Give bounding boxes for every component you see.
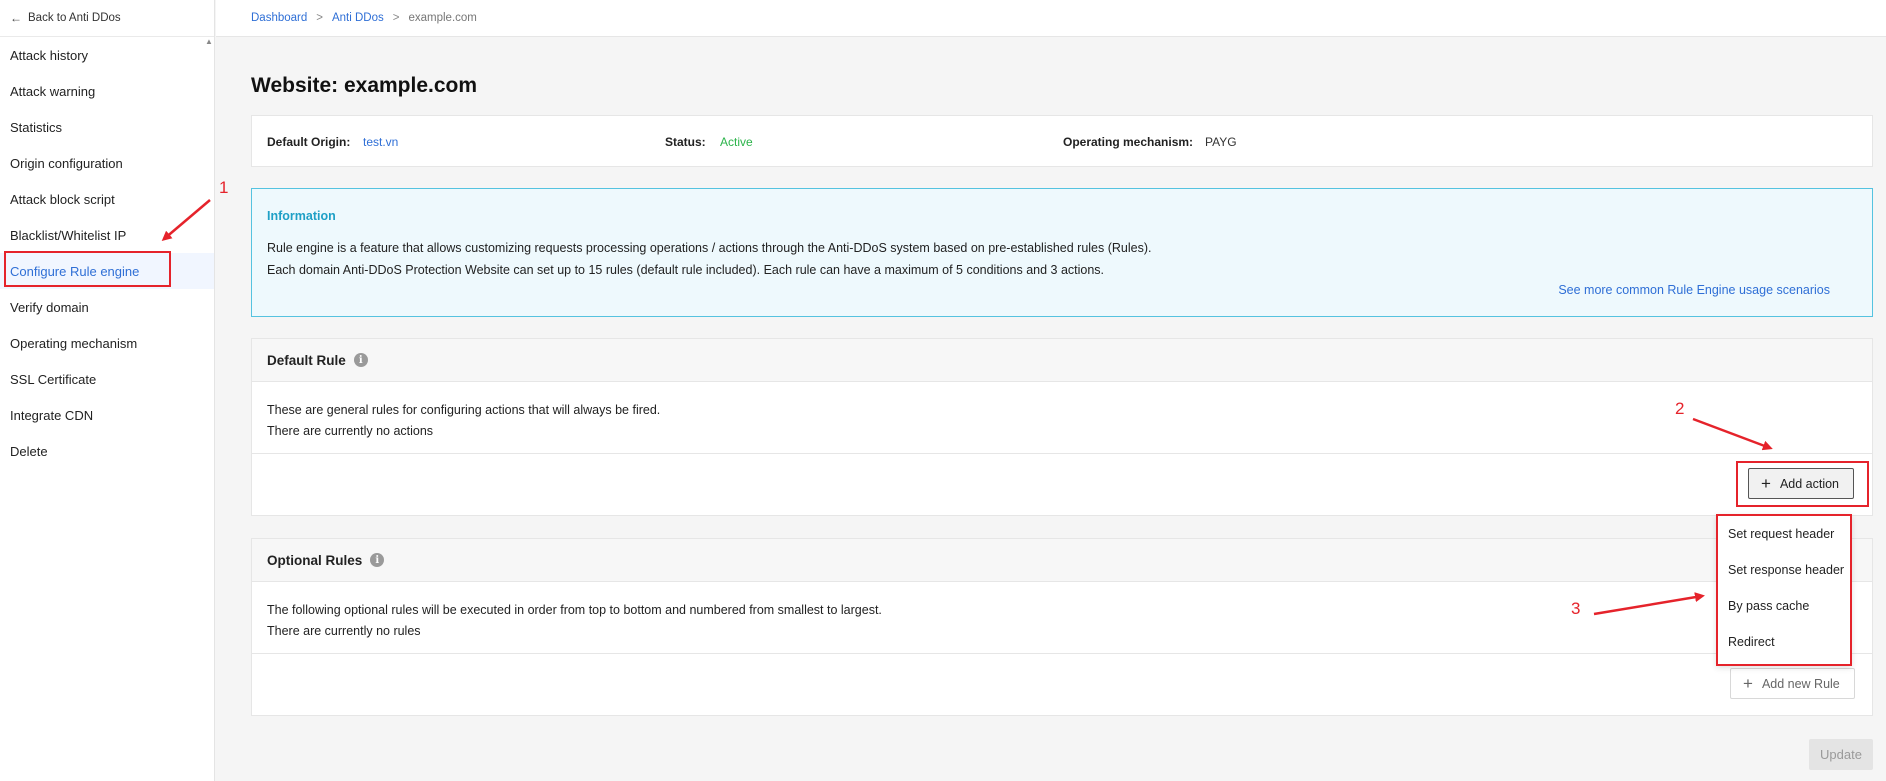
operating-mechanism-label: Operating mechanism: xyxy=(1063,135,1194,149)
option-redirect[interactable]: Redirect xyxy=(1718,624,1850,660)
scroll-up-icon[interactable]: ▲ xyxy=(205,37,213,46)
sidebar-item-attack-history[interactable]: Attack history xyxy=(0,37,214,73)
sidebar-item-statistics[interactable]: Statistics xyxy=(0,109,214,145)
sidebar-item-attack-block-script[interactable]: Attack block script xyxy=(0,181,214,217)
info-icon[interactable]: i xyxy=(353,353,368,367)
information-line-2: Each domain Anti-DDoS Protection Website… xyxy=(267,263,1105,277)
information-title: Information xyxy=(267,209,336,223)
sidebar-item-attack-warning[interactable]: Attack warning xyxy=(0,73,214,109)
status-label: Status: xyxy=(665,135,706,149)
breadcrumb-separator: > xyxy=(392,12,400,24)
sidebar-item-delete[interactable]: Delete xyxy=(0,433,214,469)
information-line-1: Rule engine is a feature that allows cus… xyxy=(267,241,1152,255)
breadcrumb-separator: > xyxy=(316,12,323,24)
default-rule-body: These are general rules for configuring … xyxy=(252,382,1872,454)
sidebar: ← Back to Anti DDos ▲ Attack history Att… xyxy=(0,0,215,781)
annotation-number-3: 3 xyxy=(1571,599,1581,618)
breadcrumb-current: example.com xyxy=(408,12,477,24)
sidebar-item-ssl-certificate[interactable]: SSL Certificate xyxy=(0,361,214,397)
plus-icon: + xyxy=(1761,474,1771,493)
plus-icon: + xyxy=(1743,674,1753,693)
default-origin-value[interactable]: test.vn xyxy=(363,135,398,149)
rule-engine-scenarios-link[interactable]: See more common Rule Engine usage scenar… xyxy=(1558,283,1830,297)
add-action-dropdown: Set request header Set response header B… xyxy=(1716,514,1852,666)
default-rule-card: Default Rule i These are general rules f… xyxy=(251,338,1873,516)
sidebar-nav: Attack history Attack warning Statistics… xyxy=(0,37,214,469)
optional-rules-status: There are currently no rules xyxy=(267,624,421,638)
option-set-response-header[interactable]: Set response header xyxy=(1718,552,1850,588)
default-rule-description: These are general rules for configuring … xyxy=(267,403,661,417)
operating-mechanism-value: PAYG xyxy=(1205,135,1237,149)
optional-rules-header: Optional Rules i xyxy=(252,539,1872,582)
page-title: Website: example.com xyxy=(251,74,478,97)
default-rule-status: There are currently no actions xyxy=(267,424,434,438)
breadcrumb-anti-ddos[interactable]: Anti DDos xyxy=(332,12,384,24)
sidebar-item-blacklist-whitelist-ip[interactable]: Blacklist/Whitelist IP xyxy=(0,217,214,253)
information-box: Information Rule engine is a feature tha… xyxy=(251,188,1873,317)
info-icon[interactable]: i xyxy=(370,553,385,567)
option-bypass-cache[interactable]: By pass cache xyxy=(1718,588,1850,624)
arrow-left-icon: ← xyxy=(10,11,22,25)
optional-rules-description: The following optional rules will be exe… xyxy=(267,603,882,617)
origin-summary-bar: Default Origin: test.vn Status: Active O… xyxy=(251,115,1873,167)
annotation-number-1: 1 xyxy=(219,178,229,197)
status-value: Active xyxy=(720,135,753,149)
sidebar-item-operating-mechanism[interactable]: Operating mechanism xyxy=(0,325,214,361)
sidebar-item-verify-domain[interactable]: Verify domain xyxy=(0,289,214,325)
sidebar-item-configure-rule-engine[interactable]: Configure Rule engine xyxy=(0,253,214,289)
annotation-number-2: 2 xyxy=(1675,399,1685,418)
add-new-rule-button[interactable]: + Add new Rule xyxy=(1730,668,1855,699)
option-set-request-header[interactable]: Set request header xyxy=(1718,516,1850,552)
add-action-label: Add action xyxy=(1779,476,1840,491)
breadcrumb-dashboard[interactable]: Dashboard xyxy=(251,12,307,24)
optional-rules-card: Optional Rules i The following optional … xyxy=(251,538,1873,716)
optional-rules-footer: + Add new Rule xyxy=(252,654,1872,715)
add-new-rule-label: Add new Rule xyxy=(1761,676,1840,691)
default-rule-footer: + Add action xyxy=(252,454,1872,515)
default-rule-title: Default Rule xyxy=(267,352,346,368)
sidebar-item-origin-configuration[interactable]: Origin configuration xyxy=(0,145,214,181)
optional-rules-title: Optional Rules xyxy=(267,552,363,568)
back-label: Back to Anti DDos xyxy=(28,12,121,24)
update-button[interactable]: Update xyxy=(1809,739,1873,770)
add-action-button[interactable]: + Add action xyxy=(1748,468,1854,499)
breadcrumb: Dashboard > Anti DDos > example.com xyxy=(216,0,1886,37)
default-origin-label: Default Origin: xyxy=(267,135,351,149)
default-rule-header: Default Rule i xyxy=(252,339,1872,382)
optional-rules-body: The following optional rules will be exe… xyxy=(252,582,1872,654)
back-to-anti-ddos-link[interactable]: ← Back to Anti DDos xyxy=(0,0,214,37)
sidebar-item-integrate-cdn[interactable]: Integrate CDN xyxy=(0,397,214,433)
